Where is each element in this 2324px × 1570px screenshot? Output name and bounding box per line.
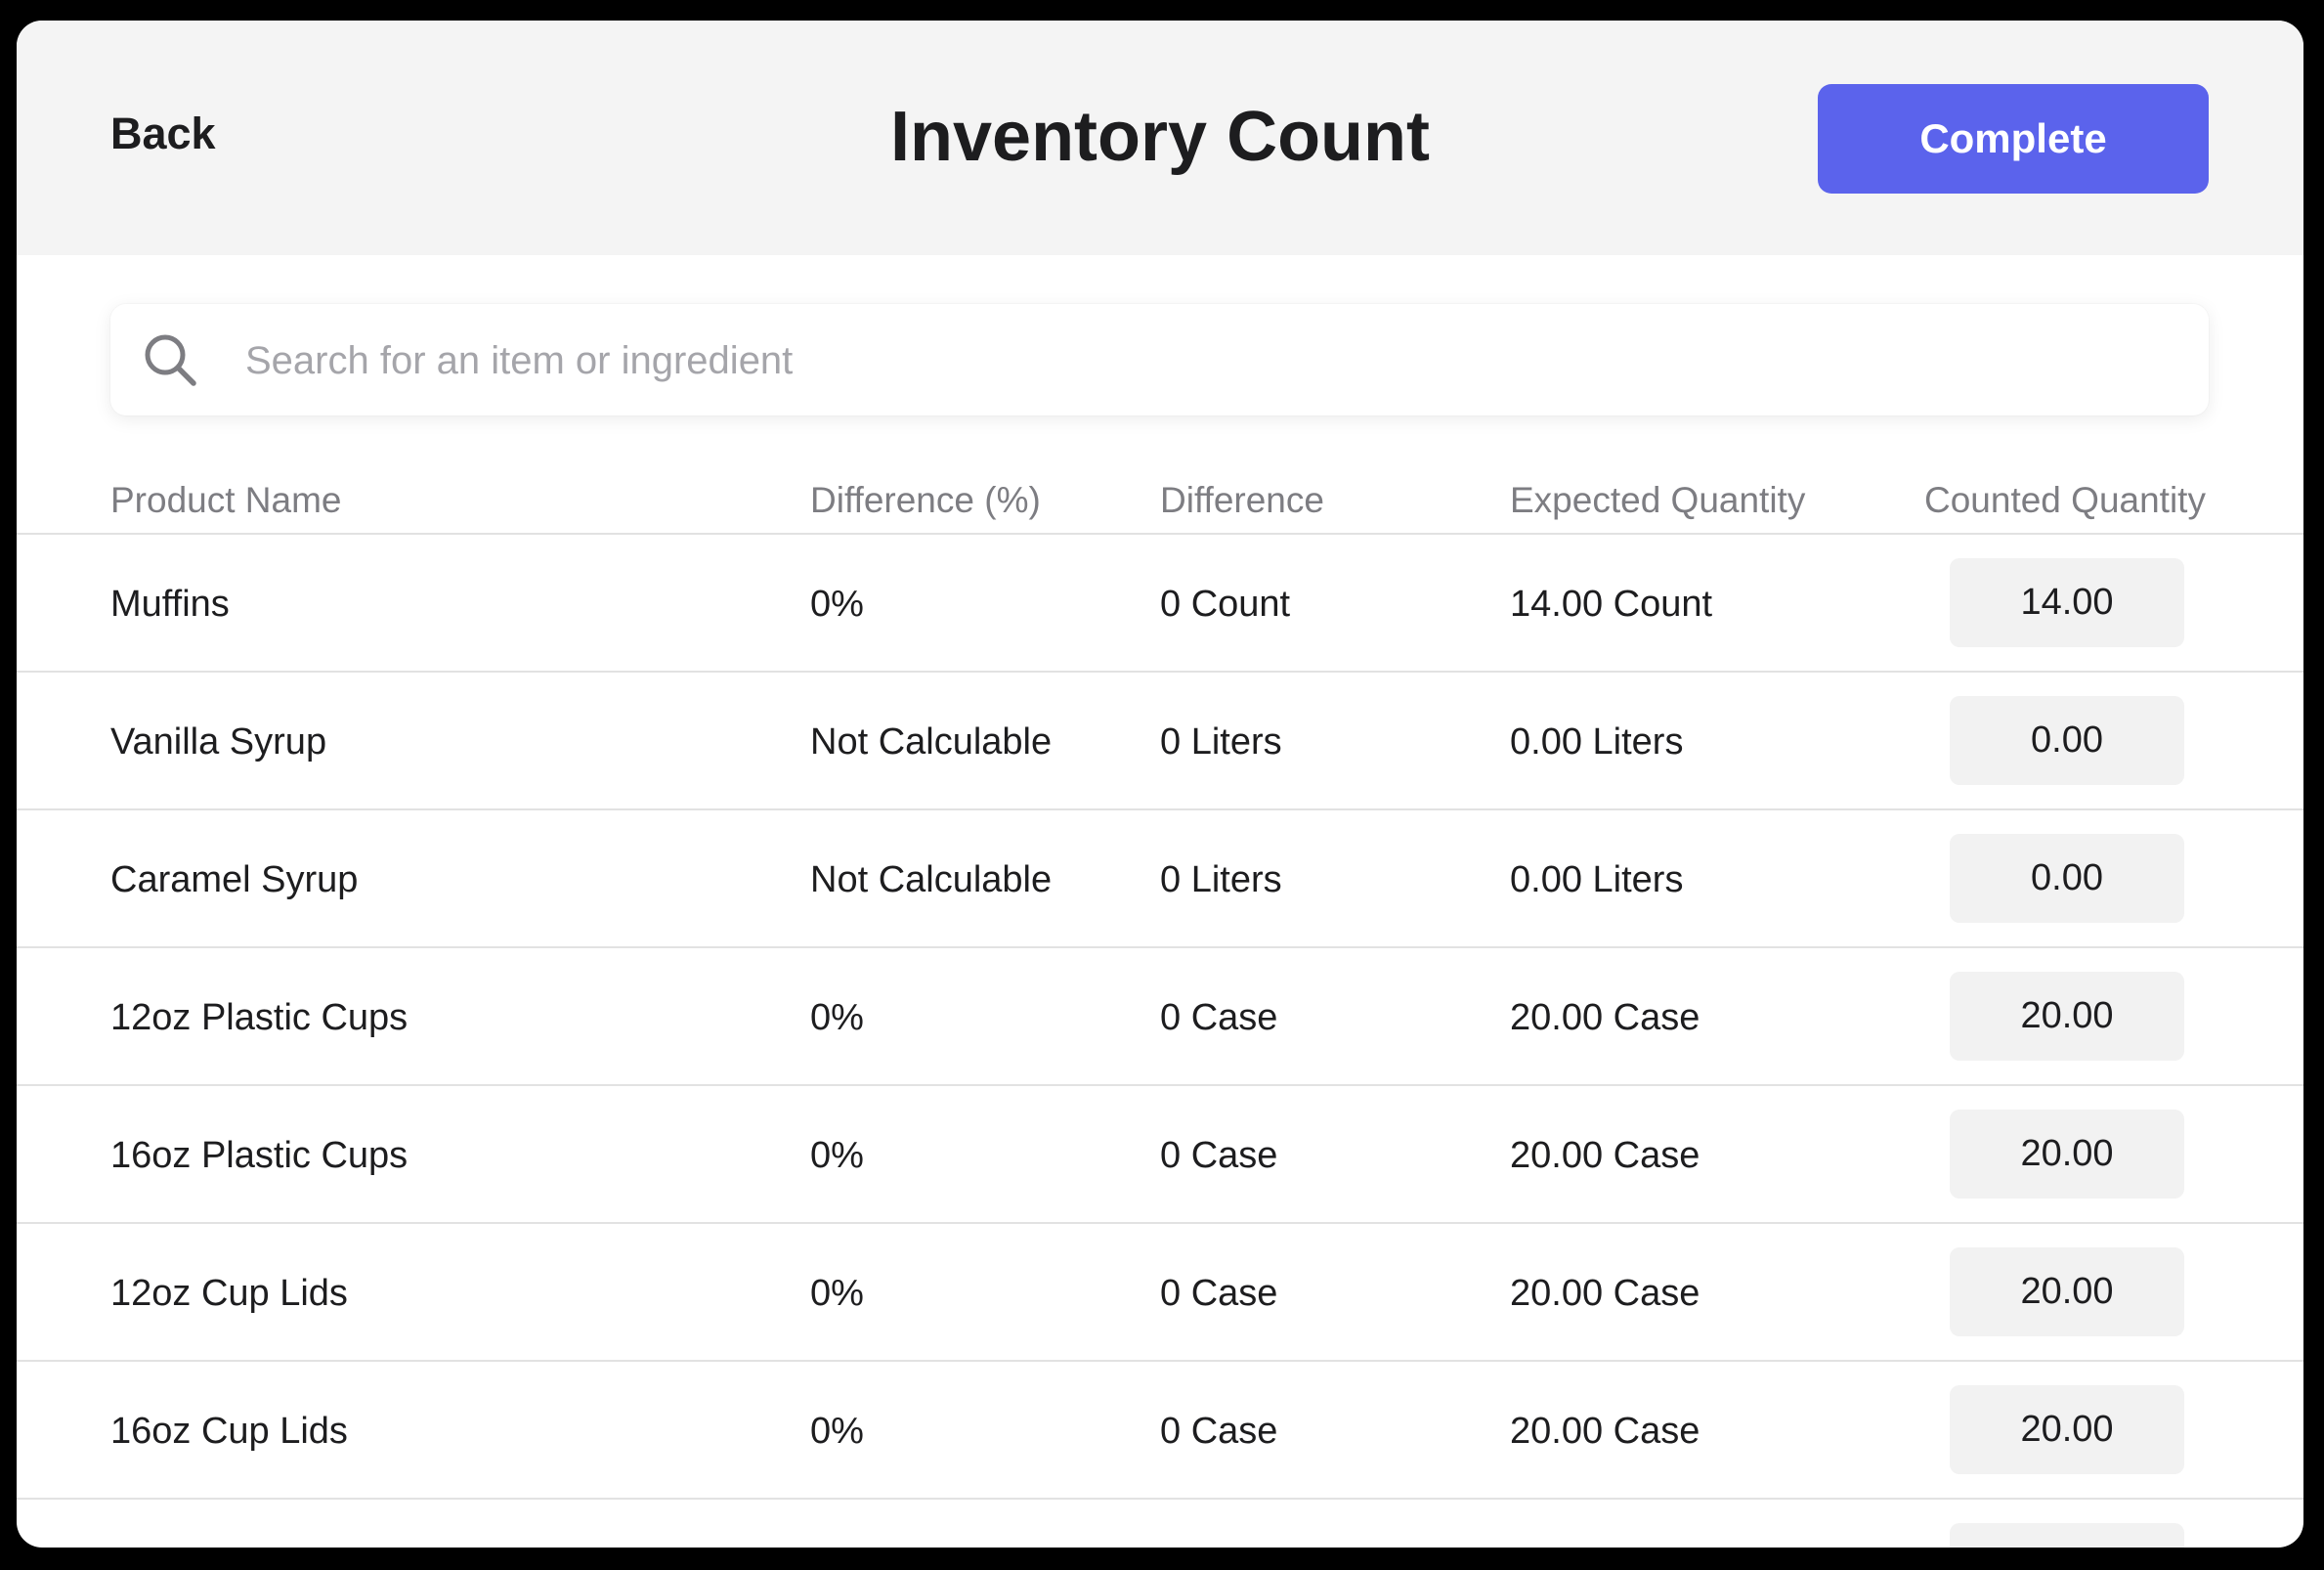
counted-quantity-input[interactable]: 20.00 (1950, 972, 2184, 1061)
expected-quantity: 20.00 Case (1510, 1411, 1700, 1452)
difference: 0 Case (1160, 1273, 1278, 1314)
column-header-difference: Difference (1160, 480, 1324, 520)
difference-pct: 0% (810, 1411, 864, 1452)
column-header-product-name: Product Name (110, 480, 342, 520)
expected-quantity: 20.00 Case (1510, 1273, 1700, 1314)
counted-quantity-input[interactable]: 0.00 (1950, 696, 2184, 785)
search-input[interactable] (243, 304, 2153, 417)
difference: 0 Liters (1160, 721, 1282, 763)
product-name: 12oz Cup Lids (110, 1273, 348, 1314)
counted-quantity-input[interactable]: 20.00 (1950, 1110, 2184, 1199)
table-row: 16oz Plastic Cups 0% 0 Case 20.00 Case 2… (17, 1086, 2303, 1224)
product-name: Caramel Syrup (110, 859, 359, 900)
counted-quantity-input[interactable]: 20.00 (1950, 1247, 2184, 1336)
difference: 0 Liters (1160, 859, 1282, 900)
difference: 0 Case (1160, 1411, 1278, 1452)
expected-quantity: 14.00 Count (1510, 584, 1713, 625)
product-name: Muffins (110, 584, 230, 625)
product-name: 16oz Plastic Cups (110, 1135, 409, 1176)
table-row: 12oz Plastic Cups 0% 0 Case 20.00 Case 2… (17, 948, 2303, 1086)
counted-quantity-input[interactable]: 20.00 (1950, 1385, 2184, 1474)
column-header-counted-quantity: Counted Quantity (1924, 480, 2206, 520)
table-header: Product Name Difference (%) Difference E… (17, 480, 2303, 535)
table-row: Vanilla Syrup Not Calculable 0 Liters 0.… (17, 673, 2303, 810)
difference-pct: Not Calculable (810, 859, 1053, 900)
app-window: Back Inventory Count Complete Product Na… (17, 21, 2303, 1548)
expected-quantity: 0.00 Liters (1510, 721, 1684, 763)
counted-quantity-input[interactable]: 14.00 (1950, 558, 2184, 647)
difference-pct: 0% (810, 1273, 864, 1314)
search-icon (145, 334, 196, 386)
expected-quantity: 20.00 Case (1510, 1135, 1700, 1176)
expected-quantity: 20.00 Case (1510, 997, 1700, 1038)
table-row-partial (17, 1500, 2303, 1548)
counted-quantity-input[interactable]: 0.00 (1950, 834, 2184, 923)
counted-quantity-input[interactable] (1950, 1523, 2184, 1548)
expected-quantity: 0.00 Liters (1510, 859, 1684, 900)
header-bar: Back Inventory Count Complete (17, 21, 2303, 255)
difference-pct: 0% (810, 584, 864, 625)
column-header-expected-quantity: Expected Quantity (1510, 480, 1806, 520)
difference: 0 Count (1160, 584, 1291, 625)
column-header-difference-pct: Difference (%) (810, 480, 1041, 520)
difference-pct: Not Calculable (810, 721, 1053, 763)
table-body: Muffins 0% 0 Count 14.00 Count 14.00 Van… (17, 535, 2303, 1548)
complete-button[interactable]: Complete (1818, 84, 2209, 194)
table-row: 12oz Cup Lids 0% 0 Case 20.00 Case 20.00 (17, 1224, 2303, 1362)
difference: 0 Case (1160, 997, 1278, 1038)
difference: 0 Case (1160, 1135, 1278, 1176)
difference-pct: 0% (810, 1135, 864, 1176)
table-row: 16oz Cup Lids 0% 0 Case 20.00 Case 20.00 (17, 1362, 2303, 1500)
product-name: Vanilla Syrup (110, 721, 327, 763)
product-name: 12oz Plastic Cups (110, 997, 409, 1038)
difference-pct: 0% (810, 997, 864, 1038)
table-row: Caramel Syrup Not Calculable 0 Liters 0.… (17, 810, 2303, 948)
table-row: Muffins 0% 0 Count 14.00 Count 14.00 (17, 535, 2303, 673)
product-name: 16oz Cup Lids (110, 1411, 348, 1452)
search-bar[interactable] (110, 304, 2209, 417)
